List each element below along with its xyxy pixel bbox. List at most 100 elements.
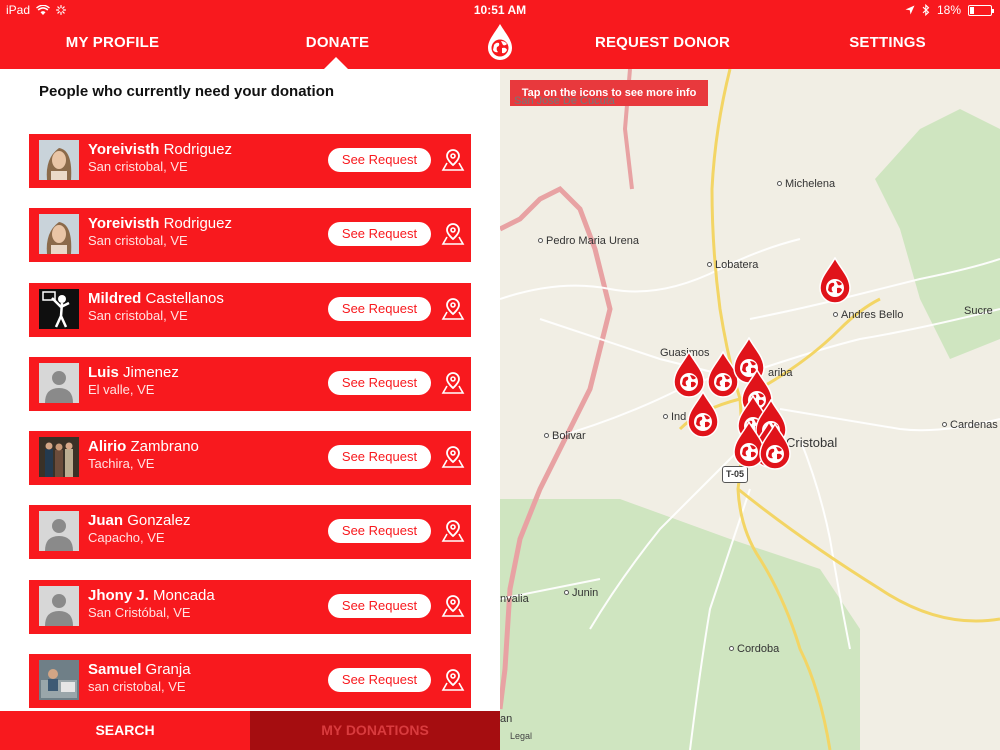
requester-name: Jhony J. Moncada [88,587,215,604]
place-pedro-maria-urena-label: Pedro Maria Urena [546,235,639,247]
requester-location: San cristobal, VE [88,159,188,174]
first-name: Luis [88,363,119,381]
default-avatar-icon [39,585,79,626]
battery-percent: 18% [936,3,961,17]
place-san-cristobal: Cristobal [786,435,838,450]
tab-settings[interactable]: SETTINGS [775,34,1000,51]
avatar[interactable] [39,362,79,403]
default-avatar-icon [39,511,79,552]
last-name: Rodriguez [163,141,232,158]
map-pin-icon[interactable] [441,668,465,692]
requester-location: El valle, VE [88,381,155,397]
map-pin-icon[interactable] [441,297,465,321]
place-junin: Junin [564,587,598,599]
donation-requests-panel: People who currently need your donation … [0,69,500,711]
blood-drop-logo-icon [483,22,517,62]
first-name: Samuel [88,661,142,679]
active-tab-indicator [324,57,348,69]
map-pin-icon[interactable] [441,371,465,395]
requester-location: Tachira, VE [88,456,155,472]
avatar[interactable] [39,585,79,626]
place-edge-an: an [500,713,513,725]
see-request-button[interactable]: See Request [328,148,431,172]
app-root: iPad 10:51 AM 18% MY PROFILE DONATE REQU… [0,0,1000,750]
see-request-button[interactable]: See Request [328,668,431,693]
place-andres-bello: Andres Bello [833,309,903,321]
place-michelena: Michelena [777,178,835,190]
avatar[interactable] [39,660,79,701]
avatar[interactable] [39,288,79,329]
see-request-button[interactable]: See Request [328,370,431,395]
place-dot [833,312,838,317]
requester-location: san cristobal, VE [88,679,186,695]
tab-my-profile[interactable]: MY PROFILE [0,34,225,51]
map-pin-icon[interactable] [441,445,465,469]
profile-photo [39,214,79,255]
first-name: Yoreivisth [88,215,160,233]
place-independencia: Ind [663,411,686,423]
first-name: Alirio [88,438,127,456]
first-name: Mildred [88,289,142,307]
first-name: Yoreivisth [88,141,160,158]
avatar[interactable] [39,511,79,552]
requester-name: Alirio Zambrano [88,438,199,455]
profile-photo [39,437,79,478]
blood-drop-marker-icon[interactable] [818,256,852,305]
tab-donate[interactable]: DONATE [225,34,450,51]
tab-request-donor[interactable]: REQUEST DONOR [550,34,775,51]
request-row: Jhony J. Moncada San Cristóbal, VE See R… [29,579,471,634]
map-pin-icon[interactable] [441,594,465,618]
place-junin-label: Junin [572,587,599,599]
location-arrow-icon [905,5,915,15]
request-row: Samuel Granja san cristobal, VE See Requ… [29,654,471,709]
blood-drop-marker-icon[interactable] [686,390,720,439]
see-request-button[interactable]: See Request [328,296,431,321]
avatar[interactable] [39,140,79,180]
battery-fill [970,6,974,14]
place-cordoba: Cordoba [729,643,779,655]
map-view[interactable]: Tap on the icons to see more info San Jo… [500,69,1000,750]
map-pin-icon[interactable] [441,222,465,246]
avatar[interactable] [39,437,79,478]
top-nav-bar: iPad 10:51 AM 18% MY PROFILE DONATE REQU… [0,0,1000,69]
status-right: 18% [905,3,994,17]
see-request-button[interactable]: See Request [328,222,431,247]
blood-drop-marker-icon[interactable] [758,422,792,471]
request-row: Yoreivisth Rodriguez San cristobal, VE S… [29,208,471,263]
place-dot [564,590,569,595]
map-legal-link[interactable]: Legal [510,731,532,741]
place-cordoba-label: Cordoba [737,643,780,655]
last-name: Rodriguez [163,215,232,233]
bottom-tab-bar: SEARCH MY DONATIONS [0,711,500,750]
place-uribante: nvalia [500,593,529,605]
map-pin-icon[interactable] [441,148,465,172]
battery-icon [968,4,994,16]
requester-name: Juan Gonzalez [88,512,191,529]
requester-location: San Cristóbal, VE [88,604,191,620]
request-list: Yoreivisth Rodriguez San cristobal, VE S… [29,134,471,711]
request-row: Juan Gonzalez Capacho, VE See Request [29,505,471,560]
request-row: Alirio Zambrano Tachira, VE See Request [29,431,471,486]
place-dot [777,181,782,186]
default-avatar-icon [39,362,79,403]
tab-my-donations[interactable]: MY DONATIONS [250,711,500,750]
status-bar: iPad 10:51 AM 18% [0,0,1000,20]
see-request-button[interactable]: See Request [328,519,431,544]
map-pin-icon[interactable] [441,519,465,543]
place-lobatera-label: Lobatera [715,259,759,271]
requester-location: San cristobal, VE [88,307,188,323]
panel-title: People who currently need your donation [39,83,335,100]
see-request-button[interactable]: See Request [328,593,431,618]
requester-name: Luis Jimenez [88,364,179,381]
last-name: Moncada [153,586,215,604]
see-request-button[interactable]: See Request [328,445,431,470]
last-name: Castellanos [145,289,224,307]
place-dot [942,422,947,427]
tab-search[interactable]: SEARCH [0,711,250,750]
avatar[interactable] [39,214,79,255]
first-name: Juan [88,512,124,530]
place-bolivar-label: Bolivar [552,430,586,442]
profile-photo [39,288,79,329]
last-name: Gonzalez [127,512,191,530]
status-time: 10:51 AM [473,3,527,17]
